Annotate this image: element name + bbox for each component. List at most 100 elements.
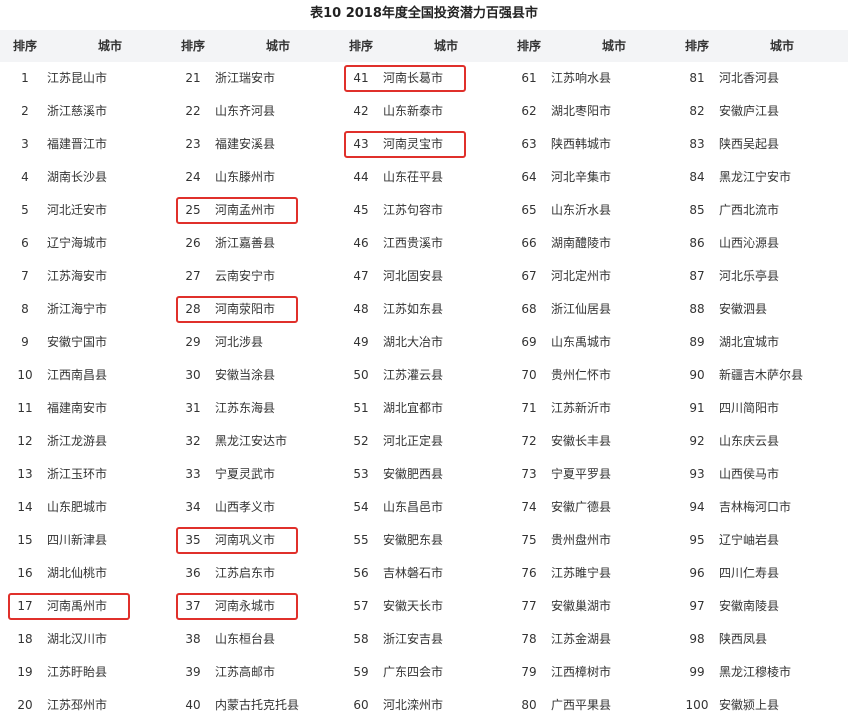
city-cell: 河北辛集市 <box>551 170 612 184</box>
table-cell-group: 93 山西侯马市 <box>672 458 840 491</box>
table-cell-group: 45 江苏句容市 <box>336 194 504 227</box>
table-cell-group: 39 江苏高邮市 <box>168 656 336 689</box>
city-cell: 河北涉县 <box>215 335 264 349</box>
city-cell: 浙江瑞安市 <box>215 71 276 85</box>
header-rank: 排序 <box>516 39 541 53</box>
city-cell: 宁夏平罗县 <box>551 467 612 481</box>
header-city: 城市 <box>769 39 794 53</box>
table-cell-group: 10 江西南昌县 <box>0 359 168 392</box>
city-cell: 河南孟州市 <box>215 203 276 217</box>
rank-cell: 86 <box>689 236 705 250</box>
city-cell: 河南巩义市 <box>215 533 276 547</box>
city-cell: 安徽长丰县 <box>551 434 612 448</box>
rank-cell: 84 <box>689 170 705 184</box>
table-cell-group: 8 浙江海宁市 <box>0 293 168 326</box>
city-cell: 河南长葛市 <box>383 71 444 85</box>
table-cell-group: 79 江西樟树市 <box>504 656 672 689</box>
header-rank: 排序 <box>684 39 709 53</box>
rank-cell: 99 <box>689 665 705 679</box>
rank-cell: 100 <box>685 698 709 712</box>
table-cell-group: 23 福建安溪县 <box>168 128 336 161</box>
table-row: 19 江苏盱眙县 39 江苏高邮市 59 广东四会市 79 江西樟树市 99 黑龙江穆棱市 <box>0 656 848 689</box>
table-cell-group: 3 福建晋江市 <box>0 128 168 161</box>
table-cell-group: 56 吉林磐石市 <box>336 557 504 590</box>
table-cell-group: 48 江苏如东县 <box>336 293 504 326</box>
rank-cell: 92 <box>689 434 705 448</box>
rank-cell: 98 <box>689 632 705 646</box>
header-group: 排序 城市 <box>504 30 672 62</box>
header-group: 排序 城市 <box>336 30 504 62</box>
rank-cell: 77 <box>521 599 537 613</box>
table-cell-group: 100 安徽颍上县 <box>672 689 840 722</box>
rank-cell: 67 <box>521 269 537 283</box>
city-cell: 河北香河县 <box>719 71 780 85</box>
rank-cell: 82 <box>689 104 705 118</box>
city-cell: 江苏高邮市 <box>215 665 276 679</box>
city-cell: 江西樟树市 <box>551 665 612 679</box>
rank-cell: 89 <box>689 335 705 349</box>
city-cell: 湖北枣阳市 <box>551 104 612 118</box>
header-group: 排序 城市 <box>168 30 336 62</box>
table-cell-group: 37 河南永城市 <box>168 590 336 623</box>
table-cell-group: 7 江苏海安市 <box>0 260 168 293</box>
city-cell: 安徽天长市 <box>383 599 444 613</box>
table-cell-group: 76 江苏睢宁县 <box>504 557 672 590</box>
city-cell: 江苏灌云县 <box>383 368 444 382</box>
rank-cell: 79 <box>521 665 537 679</box>
table-cell-group: 29 河北涉县 <box>168 326 336 359</box>
city-cell: 河北滦州市 <box>383 698 444 712</box>
table-cell-group: 14 山东肥城市 <box>0 491 168 524</box>
rank-cell: 22 <box>185 104 201 118</box>
city-cell: 山东桓台县 <box>215 632 276 646</box>
table-row: 11 福建南安市 31 江苏东海县 51 湖北宜都市 71 江苏新沂市 91 四川简阳市 <box>0 392 848 425</box>
rank-cell: 42 <box>353 104 369 118</box>
rank-cell: 73 <box>521 467 537 481</box>
city-cell: 黑龙江宁安市 <box>719 170 792 184</box>
table-cell-group: 32 黑龙江安达市 <box>168 425 336 458</box>
header-city: 城市 <box>433 39 458 53</box>
table-cell-group: 5 河北迁安市 <box>0 194 168 227</box>
table-cell-group: 54 山东昌邑市 <box>336 491 504 524</box>
table-cell-group: 75 贵州盘州市 <box>504 524 672 557</box>
city-cell: 浙江海宁市 <box>47 302 108 316</box>
rank-cell: 33 <box>185 467 201 481</box>
rank-cell: 37 <box>185 599 201 613</box>
table-cell-group: 41 河南长葛市 <box>336 62 504 95</box>
rank-cell: 81 <box>689 71 705 85</box>
city-cell: 福建南安市 <box>47 401 108 415</box>
rank-cell: 59 <box>353 665 369 679</box>
table-row: 13 浙江玉环市 33 宁夏灵武市 53 安徽肥西县 73 宁夏平罗县 93 山西侯马市 <box>0 458 848 491</box>
rank-cell: 49 <box>353 335 369 349</box>
table-cell-group: 99 黑龙江穆棱市 <box>672 656 840 689</box>
city-cell: 广西北流市 <box>719 203 780 217</box>
rank-cell: 9 <box>21 335 29 349</box>
table-cell-group: 22 山东齐河县 <box>168 95 336 128</box>
rank-cell: 95 <box>689 533 705 547</box>
city-cell: 广西平果县 <box>551 698 612 712</box>
table-cell-group: 36 江苏启东市 <box>168 557 336 590</box>
city-cell: 江苏金湖县 <box>551 632 612 646</box>
table-cell-group: 58 浙江安吉县 <box>336 623 504 656</box>
table-cell-group: 34 山西孝义市 <box>168 491 336 524</box>
table-cell-group: 68 浙江仙居县 <box>504 293 672 326</box>
rank-cell: 40 <box>185 698 201 712</box>
rank-cell: 70 <box>521 368 537 382</box>
rank-cell: 11 <box>17 401 33 415</box>
city-cell: 江苏如东县 <box>383 302 444 316</box>
rank-cell: 64 <box>521 170 537 184</box>
city-cell: 山西孝义市 <box>215 500 276 514</box>
table-row: 20 江苏邳州市 40 内蒙古托克托县 60 河北滦州市 80 广西平果县 100 安徽颍上县 <box>0 689 848 722</box>
table-row: 6 辽宁海城市 26 浙江嘉善县 46 江西贵溪市 66 湖南醴陵市 86 山西沁源县 <box>0 227 848 260</box>
city-cell: 安徽泗县 <box>719 302 768 316</box>
table-cell-group: 70 贵州仁怀市 <box>504 359 672 392</box>
rank-cell: 5 <box>21 203 29 217</box>
city-cell: 贵州仁怀市 <box>551 368 612 382</box>
rank-cell: 85 <box>689 203 705 217</box>
table-cell-group: 11 福建南安市 <box>0 392 168 425</box>
table-cell-group: 97 安徽南陵县 <box>672 590 840 623</box>
table-cell-group: 21 浙江瑞安市 <box>168 62 336 95</box>
city-cell: 浙江龙游县 <box>47 434 108 448</box>
header-rank: 排序 <box>348 39 373 53</box>
table-cell-group: 96 四川仁寿县 <box>672 557 840 590</box>
city-cell: 河南禹州市 <box>47 599 108 613</box>
